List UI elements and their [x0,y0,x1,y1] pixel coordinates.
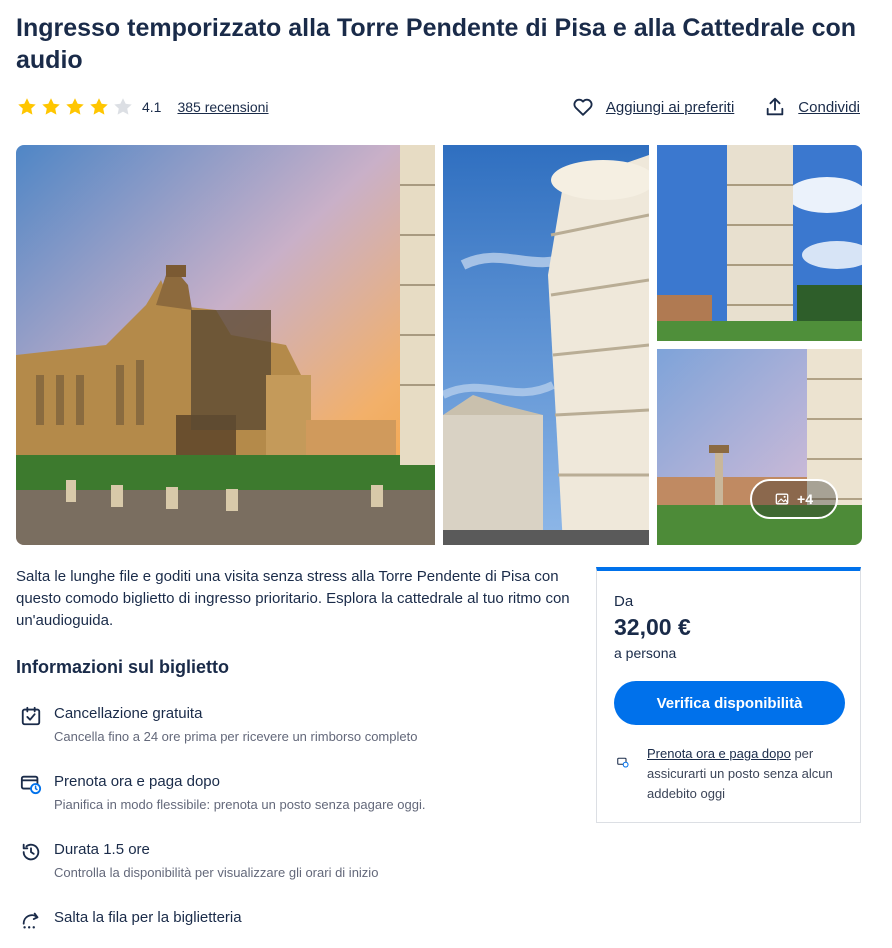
feature-description: Cancella fino a 24 ore prima per ricever… [54,729,418,744]
more-photos-label: +4 [797,491,813,507]
price-from-label: Da [614,593,634,610]
clock-history-icon [22,843,40,861]
heart-icon [573,98,593,116]
feature-name: Prenota ora e paga dopo [54,773,220,790]
feature-name: Durata 1.5 ore [54,841,150,858]
reviews-link[interactable]: 385 recensioni [177,99,268,115]
gallery-photo-cathedral[interactable] [16,145,435,545]
booking-card: Da 32,00 € a persona Verifica disponibil… [596,567,861,823]
page-actions: Aggiungi ai preferiti Condividi [572,95,860,119]
activity-description: Salta le lunghe file e goditi una visita… [16,568,570,629]
pay-later-link[interactable]: Prenota ora e paga dopo [647,746,791,761]
photo-gallery: +4 [16,145,862,545]
price-unit-label: a persona [614,645,677,661]
more-photos-button[interactable]: +4 [750,479,838,519]
star-empty-icon [114,98,132,115]
star-rating [16,96,134,118]
share-button[interactable]: Condividi [764,96,860,118]
star-filled-icon [66,98,84,115]
star-filled-icon [18,98,36,115]
feature-description: Controlla la disponibilità per visualizz… [54,865,379,880]
image-icon [775,493,789,505]
page-title: Ingresso temporizzato alla Torre Pendent… [16,14,857,74]
gallery-photo-tower-lawn[interactable] [657,145,862,341]
card-clock-icon [617,757,629,768]
feature-description: Pianifica in modo flessibile: prenota un… [54,797,426,812]
feature-name: Cancellazione gratuita [54,705,203,722]
feature-name: Salta la fila per la biglietteria [54,909,242,926]
gallery-photo-tower[interactable] [443,145,649,545]
rating-value: 4.1 [142,99,162,115]
add-to-wishlist-button[interactable]: Aggiungi ai preferiti [572,96,734,118]
card-clock-icon [20,775,42,795]
star-filled-icon [42,98,60,115]
star-filled-icon [90,98,108,115]
share-icon [767,97,784,116]
ticket-info-title: Informazioni sul biglietto [16,657,229,677]
skip-line-icon [22,912,39,929]
rating-summary: 4.1 385 recensioni [16,95,269,119]
add-to-wishlist-label: Aggiungi ai preferiti [605,98,735,116]
share-label: Condividi [798,98,860,116]
check-availability-button[interactable]: Verifica disponibilità [614,681,845,725]
calendar-check-icon [21,706,41,726]
price-value: 32,00 € [614,614,691,640]
pay-later-note: Prenota ora e paga dopo per assicurarti … [647,744,847,804]
